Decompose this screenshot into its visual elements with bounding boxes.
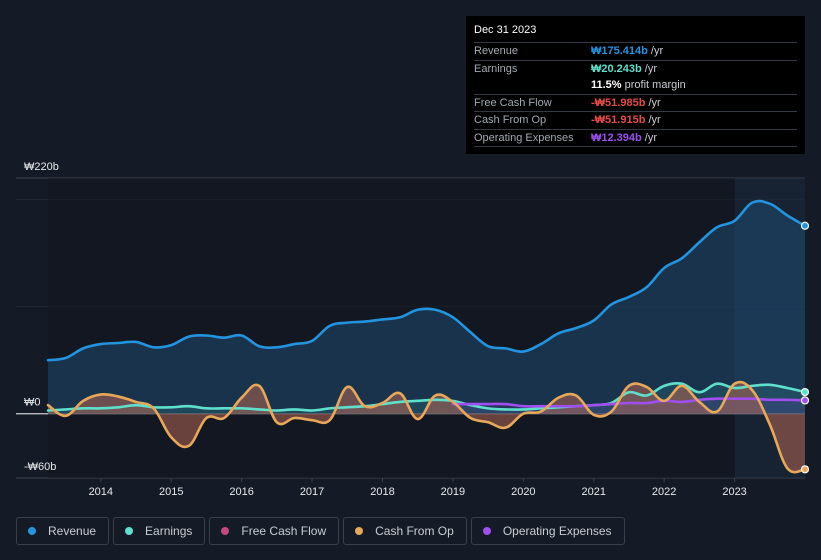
tooltip-value: 11.5% profit margin bbox=[591, 79, 686, 91]
tooltip-row: Revenue ₩175.414b /yr bbox=[474, 43, 797, 61]
tooltip-value: ₩175.414b /yr bbox=[591, 45, 664, 57]
legend-dot-icon bbox=[355, 527, 364, 535]
legend-dot-icon bbox=[221, 527, 230, 535]
x-tick-label: 2014 bbox=[89, 486, 113, 498]
legend-label: Revenue bbox=[48, 524, 97, 538]
legend-item-cash-from-op[interactable]: Cash From Op bbox=[343, 517, 467, 545]
x-tick-label: 2021 bbox=[582, 486, 606, 498]
tooltip-label: Revenue bbox=[474, 45, 519, 57]
tooltip: Dec 31 2023 Revenue ₩175.414b /yr Earnings… bbox=[466, 16, 805, 154]
tooltip-label: Operating Expenses bbox=[474, 131, 574, 144]
legend-dot-icon bbox=[28, 527, 36, 535]
legend-label: Cash From Op bbox=[375, 524, 454, 538]
legend: Revenue Earnings Free Cash Flow Cash From O… bbox=[16, 517, 625, 545]
tooltip-value: -₩51.985b /yr bbox=[591, 96, 661, 109]
endpoint-earnings bbox=[800, 387, 810, 397]
legend-label: Free Cash Flow bbox=[241, 524, 327, 538]
legend-item-free-cash-flow[interactable]: Free Cash Flow bbox=[209, 517, 340, 545]
tooltip-label: Earnings bbox=[474, 62, 518, 75]
tooltip-value: ₩20.243b /yr bbox=[591, 62, 658, 75]
tooltip-row: Free Cash Flow -₩51.985b /yr bbox=[474, 95, 797, 112]
endpoint-revenue bbox=[800, 221, 810, 230]
x-tick-label: 2018 bbox=[370, 486, 394, 498]
tooltip-value: -₩51.915b /yr bbox=[591, 114, 661, 126]
y-tick-label: ₩220b bbox=[24, 161, 59, 173]
legend-item-revenue[interactable]: Revenue bbox=[16, 517, 110, 545]
tooltip-row: Operating Expenses ₩12.394b /yr bbox=[474, 130, 797, 147]
endpoint-operating-expenses bbox=[800, 396, 810, 405]
x-tick-label: 2017 bbox=[300, 486, 324, 498]
tooltip-label: Free Cash Flow bbox=[474, 96, 552, 109]
y-tick-label: -₩60b bbox=[24, 461, 56, 473]
x-tick-label: 2016 bbox=[229, 486, 253, 498]
legend-dot-icon bbox=[125, 527, 134, 535]
legend-label: Operating Expenses bbox=[502, 524, 612, 538]
x-axis: 2014 2015 2016 2017 2018 2019 2020 2021 2022 2023 bbox=[89, 478, 747, 498]
y-tick-label: ₩0 bbox=[24, 397, 41, 409]
legend-label: Earnings bbox=[145, 524, 193, 538]
tooltip-row: Earnings ₩20.243b /yr bbox=[474, 61, 797, 78]
tooltip-label: Cash From Op bbox=[474, 114, 547, 126]
tooltip-row: 11.5% profit margin bbox=[474, 77, 797, 95]
legend-dot-icon bbox=[482, 527, 491, 535]
legend-item-operating-expenses[interactable]: Operating Expenses bbox=[470, 517, 625, 545]
tooltip-label bbox=[474, 77, 591, 94]
x-tick-label: 2019 bbox=[441, 486, 465, 498]
endpoint-cash-from-op bbox=[800, 465, 810, 474]
tooltip-date: Dec 31 2023 bbox=[474, 22, 797, 43]
tooltip-value: ₩12.394b /yr bbox=[591, 131, 658, 144]
x-tick-label: 2015 bbox=[159, 486, 183, 498]
tooltip-row: Cash From Op -₩51.915b /yr bbox=[474, 112, 797, 130]
x-tick-label: 2022 bbox=[652, 486, 676, 498]
x-tick-label: 2020 bbox=[511, 486, 535, 498]
legend-item-earnings[interactable]: Earnings bbox=[113, 517, 206, 545]
x-tick-label: 2023 bbox=[722, 486, 746, 498]
